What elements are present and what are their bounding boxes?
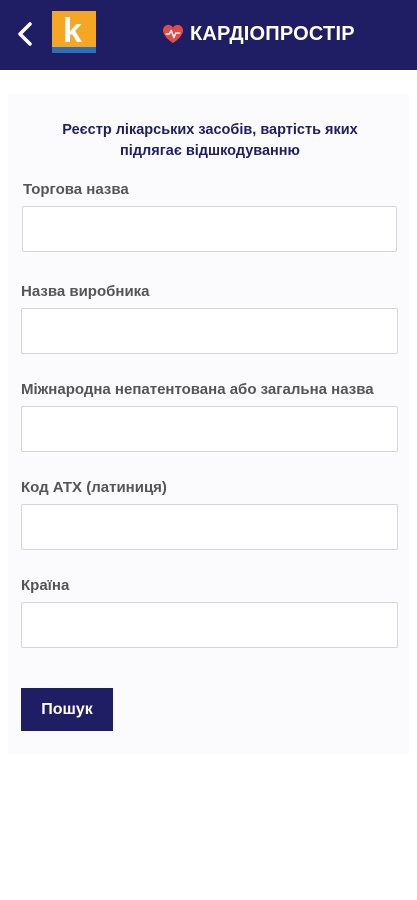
trade-name-label: Торгова назва [23,181,129,198]
brand-name: КАРДІОПРОСТІР [190,22,355,45]
country-label: Країна [21,577,70,594]
brand: КАРДІОПРОСТІР [162,20,355,48]
inn-input[interactable] [21,406,398,452]
logo-letter: k [63,12,82,50]
form-title: Реєстр лікарських засобів, вартість яких… [62,122,358,159]
atc-code-label: Код АТХ (латиниця) [21,479,167,496]
search-button[interactable]: Пошук [21,688,113,731]
trade-name-input[interactable] [22,206,397,252]
manufacturer-input[interactable] [21,308,398,354]
inn-label: Міжнародна непатентована або загальна на… [21,381,374,398]
chevron-left-icon [18,22,32,46]
heart-pulse-icon [163,24,183,44]
manufacturer-label: Назва виробника [21,283,150,300]
atc-code-input[interactable] [21,504,398,550]
app-header: k КАРДІОПРОСТІР [0,0,417,70]
back-button[interactable] [8,16,42,52]
country-input[interactable] [21,602,398,648]
app-logo: k [52,11,96,53]
